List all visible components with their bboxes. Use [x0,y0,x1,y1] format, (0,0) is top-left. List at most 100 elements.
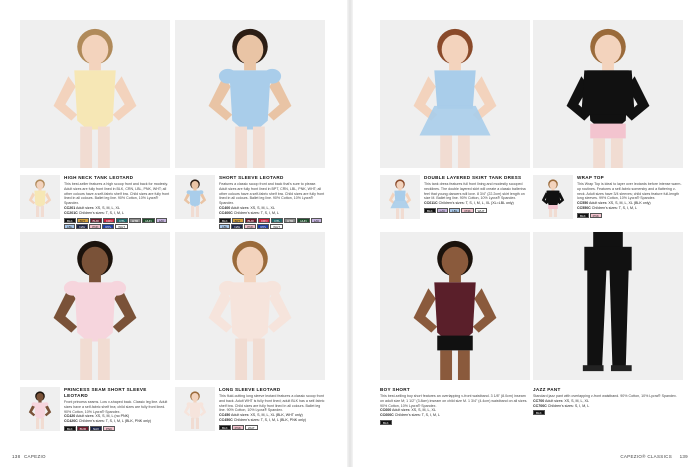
product-thumbnail [20,387,60,431]
product-photo [533,20,683,168]
product-info: BOY SHORT This best-selling boy short fea… [380,387,530,457]
style-sizes: Adult sizes: XS, S, M, L, XL (BLK only) [589,201,651,206]
color-swatch: NAV [231,223,244,229]
color-swatches: BLK LAV LBL PNK WHT [424,207,530,213]
style-code: CC450C [219,417,233,422]
product-style-line: CC600C Children's sizes: T, S, I, M, L [380,413,530,418]
color-swatch: DTL [271,217,284,223]
model-figure [53,28,137,168]
color-swatch: LAV [436,207,449,213]
style-sizes: Adult sizes: XS, S, M, L (no PNK) [76,414,130,419]
style-code: CC700 [533,398,545,403]
style-code: CC550 [577,201,589,206]
right-footer-brand: CAPEZIO® CLASSICS [620,454,672,459]
color-swatch: HTR [284,217,297,223]
product-text: BOY SHORT This best-selling boy short fea… [380,387,530,425]
product-title: DOUBLE LAYERED SKIRT TANK DRESS [424,175,522,180]
color-swatch: LAV [310,217,323,223]
color-swatch: DTL [116,217,129,223]
product-text: HIGH NECK TANK LEOTARD This best-seller f… [64,175,170,229]
model-figure [413,240,497,380]
model-figure [582,232,632,372]
color-swatch: LBL [219,223,231,229]
color-swatch: WHT [244,424,258,430]
style-code: CC420C [64,419,78,424]
product-photo [175,20,325,168]
product-description: Front princess seams. Low v-shaped back.… [64,400,168,414]
product-photo [380,232,530,380]
style-sizes: Adult sizes: XS, S, M, L, XL [76,205,120,210]
style-sizes: Children's sizes: T, S, I, M, L [591,205,637,210]
color-swatch: RYL [102,223,115,229]
color-swatch: PNK [589,212,602,218]
product-card-short-sleeve: SHORT SLEEVE LEOTARD Features a classic s… [175,20,325,245]
color-swatch: BPT [76,217,89,223]
model-figure [208,28,292,168]
product-description: This tank dress features full front lini… [424,182,526,201]
product-thumbnail [175,175,215,219]
product-title: JAZZ PANT [533,387,561,392]
color-swatch: BLK [64,217,76,223]
product-description: This best-selling boy short features an … [380,394,528,408]
color-swatch: LBL [449,207,461,213]
color-swatch: CRN [257,217,271,223]
product-card-high-neck-tank: HIGH NECK TANK LEOTARD This best-seller f… [20,20,170,245]
color-swatch: BLK [219,424,231,430]
style-code: CC400 [219,205,231,210]
product-style-line: CC700C Children's sizes: S, I, M, L [533,404,683,409]
product-title: SHORT SLEEVE LEOTARD [219,175,284,180]
color-swatch: WHT [474,207,488,213]
color-swatch: BUR [76,425,90,431]
color-swatch: LAV [155,217,168,223]
color-swatch: PNK [244,223,257,229]
product-thumbnail [20,175,60,219]
product-text: WRAP TOP This Wrap Top is ideal to layer … [577,175,683,218]
product-thumbnail [533,175,573,219]
color-swatch: NAV [76,223,89,229]
product-title: BOY SHORT [380,387,410,392]
product-card-jazz-pant: JAZZ PANT Standard jazz pant with overlap… [533,232,683,457]
style-code: CC550C [577,205,591,210]
product-description: This fluid-cutting long sleeve leotard f… [219,394,325,413]
product-style-line: CC420C Children's sizes: T, S, I, M, L (… [64,419,170,424]
color-swatch: RYL [257,223,270,229]
product-text: PRINCESS SEAM SHORT SLEEVE LEOTARD Front … [64,387,170,431]
color-swatches: BLK BPT BUR CRN DTL HTR HUN LAV LBL NAV PNK RYL WHT [64,217,170,229]
product-title: HIGH NECK TANK LEOTARD [64,175,134,180]
color-swatches: BLK PNK WHT [219,424,325,430]
product-photo [175,232,325,380]
product-title: PRINCESS SEAM SHORT SLEEVE LEOTARD [64,387,147,398]
product-description: This best-seller features a high scoop f… [64,182,170,206]
model-figure [566,28,650,168]
style-sizes: Adult sizes: XS, S, M, L, XL [231,205,275,210]
product-info: LONG SLEEVE LEOTARD This fluid-cutting lo… [175,387,325,457]
style-code: CC400C [219,210,233,215]
style-sizes: Children's sizes: T, S, I, M, L (BLK, PN… [233,417,306,422]
right-page-number: 139 [679,454,688,459]
product-card-wrap-top: WRAP TOP This Wrap Top is ideal to layer … [533,20,683,245]
style-sizes: Children's sizes: T, S, I, M, L (BLK, PN… [78,419,151,424]
product-info: PRINCESS SEAM SHORT SLEEVE LEOTARD Front … [20,387,170,457]
product-photo [20,232,170,380]
style-code: CC450 [219,413,231,418]
style-code: CC600 [380,408,392,413]
color-swatch: BUR [244,217,257,223]
color-swatches: BLK BPT BUR CRN DTL HTR HUN LAV LBL NAV PNK RYL WHT [219,217,325,229]
color-swatch: HUN [142,217,155,223]
color-swatch: HUN [297,217,310,223]
color-swatch: BUR [89,217,102,223]
product-title: LONG SLEEVE LEOTARD [219,387,281,392]
product-card-boy-short: BOY SHORT This best-selling boy short fea… [380,232,530,457]
product-photo [380,20,530,168]
color-swatch: PNK [89,223,102,229]
product-thumbnail [380,175,420,219]
color-swatch: BLK [219,217,231,223]
product-style-line: CC550C Children's sizes: T, S, I, M, L [577,206,683,211]
product-card-skirt-dress: DOUBLE LAYERED SKIRT TANK DRESS This tank… [380,20,530,245]
product-card-princess-seam: PRINCESS SEAM SHORT SLEEVE LEOTARD Front … [20,232,170,457]
color-swatch: CRN [102,217,116,223]
style-sizes: Adult sizes: XS, S, M, L, XL (BLK, WHT o… [231,413,303,418]
color-swatch: WHT [115,223,129,229]
left-page-number: 138 [12,454,21,459]
product-text: JAZZ PANT Standard jazz pant with overlap… [533,387,683,416]
